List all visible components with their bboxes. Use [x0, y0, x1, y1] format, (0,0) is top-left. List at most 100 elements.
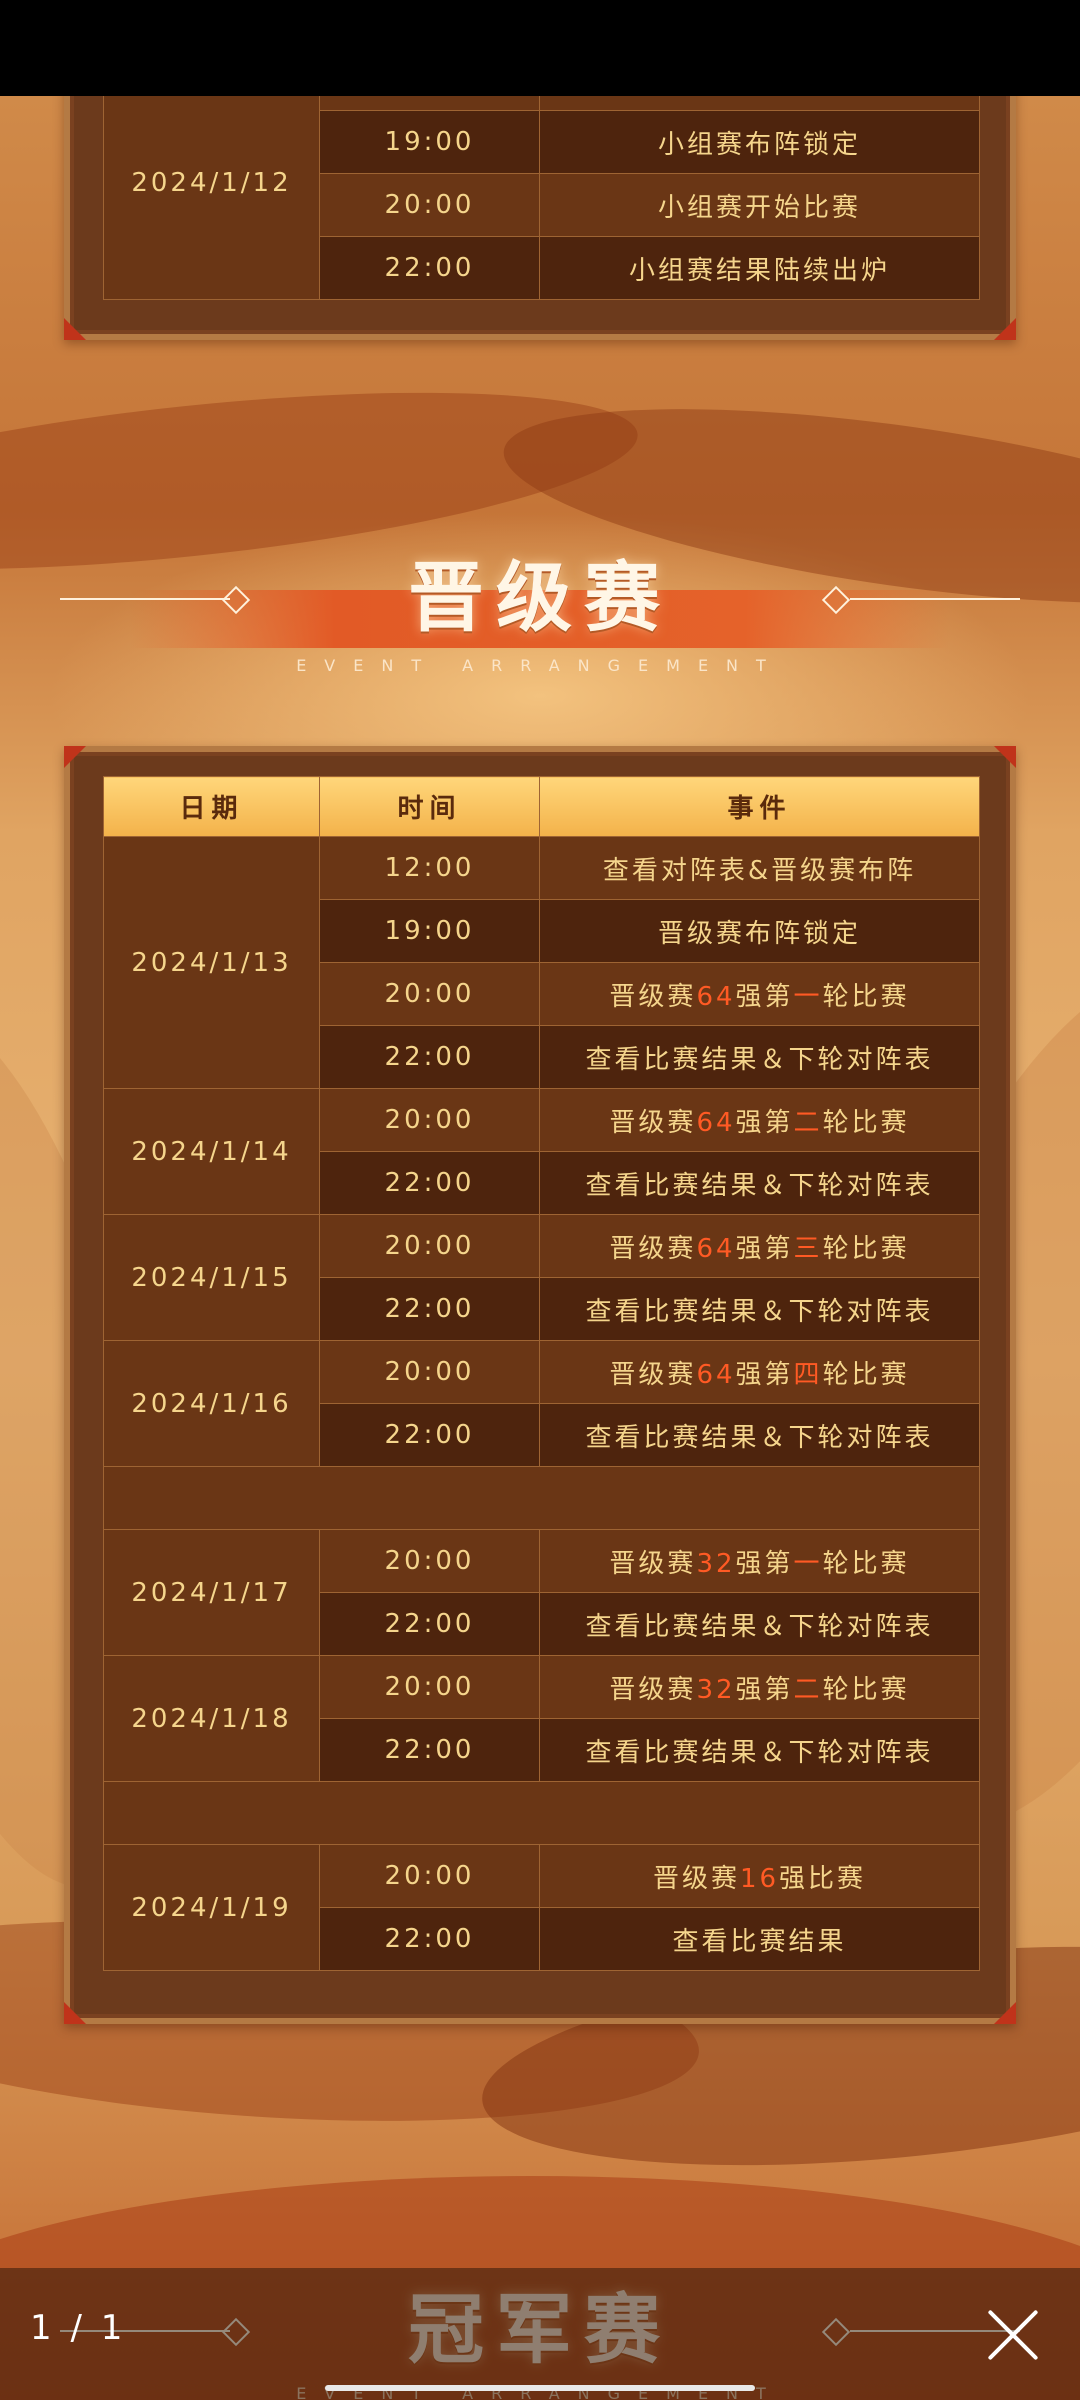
- event-cell: 查看对阵表&晋级赛布阵: [539, 836, 980, 900]
- time-cell: 22:00: [319, 1592, 540, 1656]
- frame-corner-ornament: [64, 318, 86, 340]
- event-cell: 晋级赛16强比赛: [539, 1844, 980, 1908]
- schedule-body: 2024/1/13 12:00 查看对阵表&晋级赛布阵 19:00 晋级赛布阵锁定 20:…: [103, 836, 980, 1971]
- event-text: 轮比赛: [822, 981, 910, 1012]
- date-cell: 2024/1/14: [103, 1088, 320, 1215]
- close-icon[interactable]: [985, 2307, 1041, 2363]
- event-text: 轮比赛: [822, 1674, 910, 1705]
- event-text: 强第: [735, 1674, 794, 1705]
- event-text: 查看比赛结果＆下轮对阵表: [585, 1422, 934, 1453]
- time-cell: 20:00: [319, 173, 540, 237]
- time-cell: 22:00: [319, 1151, 540, 1215]
- time-cell: 19:00: [319, 899, 540, 963]
- event-cell: 查看比赛结果＆下轮对阵表: [539, 1151, 980, 1215]
- time-cell: 20:00: [319, 1844, 540, 1908]
- event-cell: 晋级赛64强第二轮比赛: [539, 1088, 980, 1152]
- table-row: 2024/1/12: [103, 96, 980, 300]
- event-text: 晋级赛: [609, 1233, 697, 1264]
- event-text: 晋级赛: [609, 981, 697, 1012]
- time-cell: 19:00: [319, 110, 540, 174]
- separator-cell: [103, 1781, 980, 1845]
- event-text: 强第: [735, 1107, 794, 1138]
- event-cell: 小组赛开始比赛: [539, 173, 980, 237]
- time-cell: 22:00: [319, 236, 540, 300]
- event-cell: 查看比赛结果: [539, 1907, 980, 1971]
- event-cell: 晋级赛布阵锁定: [539, 899, 980, 963]
- event-text: 强第: [735, 1359, 794, 1390]
- time-cell: 22:00: [319, 1277, 540, 1341]
- time-cell: 20:00: [319, 962, 540, 1026]
- event-text: 查看比赛结果＆下轮对阵表: [585, 1611, 934, 1642]
- section-title: 晋级赛: [408, 553, 672, 642]
- event-cell: 查看比赛结果＆下轮对阵表: [539, 1025, 980, 1089]
- frame-corner-ornament: [64, 746, 86, 768]
- event-text: 强第: [735, 1233, 794, 1264]
- header-event: 事件: [539, 776, 980, 837]
- event-cell: 小组赛布阵锁定: [539, 110, 980, 174]
- header-time: 时间: [319, 776, 540, 837]
- frame-corner-ornament: [994, 2002, 1016, 2024]
- separator-row: [103, 1781, 980, 1845]
- time-cell: 12:00: [319, 836, 540, 900]
- table-row: 2024/1/14 20:00 晋级赛64强第二轮比赛: [103, 1088, 980, 1215]
- highlight-text: 16: [739, 1863, 780, 1894]
- event-cell: 查看比赛结果＆下轮对阵表: [539, 1718, 980, 1782]
- event-text: 晋级赛: [609, 1359, 697, 1390]
- time-cell: 22:00: [319, 1718, 540, 1782]
- highlight-text: 64: [696, 1233, 736, 1264]
- date-cell: 2024/1/19: [103, 1844, 320, 1971]
- time-cell: 22:00: [319, 1403, 540, 1467]
- event-cell: 查看比赛结果＆下轮对阵表: [539, 1592, 980, 1656]
- group-stage-table: 2024/1/12 19:00 小组赛布阵锁定 20:00 小组赛开始比赛 22…: [103, 96, 980, 300]
- page-counter: 1 / 1: [30, 2308, 127, 2348]
- viewer-bottom-bar: [0, 2268, 1080, 2400]
- table-header-row: 日期 时间 事件: [103, 776, 980, 837]
- section-subtitle: EVENT ARRANGEMENT: [296, 656, 784, 675]
- highlight-text: 64: [696, 1359, 736, 1390]
- event-text: 强第: [735, 1548, 794, 1579]
- separator-row: [103, 1466, 980, 1530]
- table-row: 2024/1/18 20:00 晋级赛32强第二轮比赛: [103, 1655, 980, 1782]
- highlight-text: 64: [696, 1107, 736, 1138]
- time-cell: 20:00: [319, 1088, 540, 1152]
- table-row: 2024/1/17 20:00 晋级赛32强第一轮比赛: [103, 1529, 980, 1656]
- event-cell: 查看比赛结果＆下轮对阵表: [539, 1277, 980, 1341]
- event-text: 轮比赛: [822, 1107, 910, 1138]
- event-text: 查看比赛结果＆下轮对阵表: [585, 1044, 934, 1075]
- time-cell: 20:00: [319, 1529, 540, 1593]
- event-text: 轮比赛: [822, 1233, 910, 1264]
- event-text: 轮比赛: [822, 1359, 910, 1390]
- event-text: 轮比赛: [822, 1548, 910, 1579]
- scroll-indicator[interactable]: [325, 2385, 755, 2391]
- frame-corner-ornament: [994, 318, 1016, 340]
- table-row: 2024/1/13 12:00 查看对阵表&晋级赛布阵: [103, 836, 980, 1089]
- event-text: 查看比赛结果＆下轮对阵表: [585, 1296, 934, 1327]
- date-cell: 2024/1/17: [103, 1529, 320, 1656]
- event-text: 查看对阵表&晋级赛布阵: [602, 855, 917, 886]
- event-cell: 晋级赛64强第一轮比赛: [539, 962, 980, 1026]
- highlight-text: 四: [793, 1359, 823, 1390]
- highlight-text: 32: [696, 1674, 736, 1705]
- event-cell: 查看比赛结果＆下轮对阵表: [539, 1403, 980, 1467]
- event-cell: 晋级赛32强第二轮比赛: [539, 1655, 980, 1719]
- frame-corner-ornament: [64, 2002, 86, 2024]
- date-cell: 2024/1/18: [103, 1655, 320, 1782]
- event-cell: 小组赛结果陆续出炉: [539, 236, 980, 300]
- table-row: 2024/1/19 20:00 晋级赛16强比赛: [103, 1844, 980, 1971]
- event-text: 晋级赛: [609, 1107, 697, 1138]
- event-text: 晋级赛: [609, 1548, 697, 1579]
- table-row: 2024/1/15 20:00 晋级赛64强第三轮比赛: [103, 1214, 980, 1341]
- date-cell: 2024/1/13: [103, 836, 320, 1089]
- event-text: 查看比赛结果＆下轮对阵表: [585, 1170, 934, 1201]
- schedule-page[interactable]: 2024/1/12 19:00 小组赛布阵锁定 20:00 小组赛开始比赛 22…: [0, 96, 1080, 2400]
- highlight-text: 32: [696, 1548, 736, 1579]
- event-text: 强比赛: [779, 1863, 867, 1894]
- event-cell: 晋级赛64强第四轮比赛: [539, 1340, 980, 1404]
- date-cell: 2024/1/15: [103, 1214, 320, 1341]
- separator-cell: [103, 1466, 980, 1530]
- event-cell: 晋级赛32强第一轮比赛: [539, 1529, 980, 1593]
- header-date: 日期: [103, 776, 320, 837]
- highlight-text: 二: [793, 1107, 823, 1138]
- highlight-text: 一: [793, 981, 823, 1012]
- table-row: 2024/1/16 20:00 晋级赛64强第四轮比赛: [103, 1340, 980, 1467]
